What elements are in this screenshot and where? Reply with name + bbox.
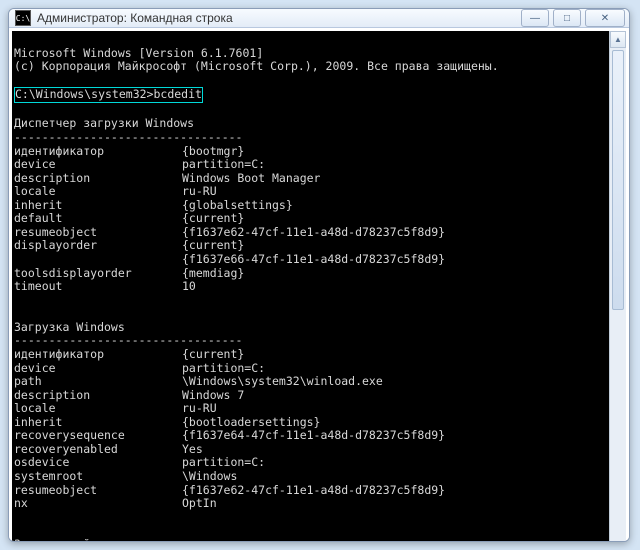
kv-value: {current} (182, 212, 244, 226)
window-controls: — □ ✕ (521, 9, 625, 27)
kv-key: идентификатор (14, 348, 182, 362)
kv-key: inherit (14, 199, 182, 213)
kv-value: \Windows\system32\winload.exe (182, 375, 383, 389)
copyright-line: (c) Корпорация Майкрософт (Microsoft Cor… (14, 59, 499, 73)
kv-value: {current} (182, 348, 244, 362)
close-button[interactable]: ✕ (585, 9, 625, 27)
kv-row: descriptionWindows 7 (14, 389, 607, 403)
version-line: Microsoft Windows [Version 6.1.7601] (14, 46, 263, 60)
kv-value: {current} (182, 239, 244, 253)
kv-row: toolsdisplayorder{memdiag} (14, 267, 607, 281)
kv-row: descriptionWindows Boot Manager (14, 172, 607, 186)
kv-value: Windows 7 (182, 389, 244, 403)
kv-key: timeout (14, 280, 182, 294)
client-area: Microsoft Windows [Version 6.1.7601] (c)… (9, 28, 629, 542)
section-boot-loader-title: Загрузка Windows (14, 320, 125, 334)
kv-key: toolsdisplayorder (14, 267, 182, 281)
section-boot-manager-rows: идентификатор{bootmgr}devicepartition=C:… (14, 145, 607, 294)
kv-row: inherit{bootloadersettings} (14, 416, 607, 430)
kv-value: OptIn (182, 497, 217, 511)
kv-row: default{current} (14, 212, 607, 226)
kv-key: device (14, 158, 182, 172)
kv-value: {memdiag} (182, 267, 244, 281)
kv-row: nxOptIn (14, 497, 607, 511)
kv-row: displayorder{current} (14, 239, 607, 253)
kv-row: systemroot\Windows (14, 470, 607, 484)
kv-value: {f1637e66-47cf-11e1-a48d-d78237c5f8d9} (182, 253, 445, 267)
kv-key (14, 253, 182, 267)
kv-row: идентификатор{current} (14, 348, 607, 362)
kv-value: partition=C: (182, 456, 265, 470)
kv-key: locale (14, 402, 182, 416)
kv-value: {f1637e64-47cf-11e1-a48d-d78237c5f8d9} (182, 429, 445, 443)
kv-key: osdevice (14, 456, 182, 470)
kv-row: timeout10 (14, 280, 607, 294)
kv-value: ru-RU (182, 185, 217, 199)
kv-row: devicepartition=C: (14, 362, 607, 376)
kv-key: resumeobject (14, 226, 182, 240)
window-title: Администратор: Командная строка (37, 11, 521, 25)
kv-row: resumeobject{f1637e62-47cf-11e1-a48d-d78… (14, 484, 607, 498)
kv-row: {f1637e66-47cf-11e1-a48d-d78237c5f8d9} (14, 253, 607, 267)
kv-key: recoverysequence (14, 429, 182, 443)
kv-key: locale (14, 185, 182, 199)
kv-value: {f1637e62-47cf-11e1-a48d-d78237c5f8d9} (182, 226, 445, 240)
kv-key: description (14, 389, 182, 403)
scroll-up-button[interactable]: ▲ (610, 31, 626, 48)
cmd-icon: C:\ (15, 10, 31, 26)
titlebar[interactable]: C:\ Администратор: Командная строка — □ … (9, 9, 629, 28)
kv-row: resumeobject{f1637e62-47cf-11e1-a48d-d78… (14, 226, 607, 240)
kv-row: идентификатор{bootmgr} (14, 145, 607, 159)
kv-row: recoveryenabledYes (14, 443, 607, 457)
kv-value: {bootloadersettings} (182, 416, 320, 430)
kv-value: 10 (182, 280, 196, 294)
kv-value: partition=C: (182, 158, 265, 172)
kv-key: device (14, 362, 182, 376)
kv-key: path (14, 375, 182, 389)
divider: --------------------------------- (14, 333, 242, 347)
section-realmode-title: Загрузочный сектор реального режима (14, 537, 256, 542)
kv-row: inherit{globalsettings} (14, 199, 607, 213)
kv-key: resumeobject (14, 484, 182, 498)
command-prompt-highlighted: C:\Windows\system32>bcdedit (14, 87, 203, 103)
scroll-thumb[interactable] (612, 50, 624, 310)
section-boot-manager-title: Диспетчер загрузки Windows (14, 116, 194, 130)
section-boot-loader-rows: идентификатор{current}devicepartition=C:… (14, 348, 607, 511)
kv-value: {bootmgr} (182, 145, 244, 159)
kv-key: inherit (14, 416, 182, 430)
kv-key: description (14, 172, 182, 186)
kv-value: \Windows (182, 470, 237, 484)
kv-value: {f1637e62-47cf-11e1-a48d-d78237c5f8d9} (182, 484, 445, 498)
kv-row: localeru-RU (14, 402, 607, 416)
kv-key: идентификатор (14, 145, 182, 159)
kv-key: systemroot (14, 470, 182, 484)
minimize-button[interactable]: — (521, 9, 549, 27)
scroll-track[interactable] (610, 48, 626, 542)
terminal-output[interactable]: Microsoft Windows [Version 6.1.7601] (c)… (12, 31, 609, 542)
kv-value: partition=C: (182, 362, 265, 376)
kv-row: path\Windows\system32\winload.exe (14, 375, 607, 389)
maximize-button[interactable]: □ (553, 9, 581, 27)
kv-row: devicepartition=C: (14, 158, 607, 172)
kv-row: localeru-RU (14, 185, 607, 199)
kv-value: Yes (182, 443, 203, 457)
kv-value: Windows Boot Manager (182, 172, 320, 186)
divider: --------------------------------- (14, 130, 242, 144)
kv-key: nx (14, 497, 182, 511)
kv-value: {globalsettings} (182, 199, 293, 213)
kv-key: displayorder (14, 239, 182, 253)
kv-row: recoverysequence{f1637e64-47cf-11e1-a48d… (14, 429, 607, 443)
vertical-scrollbar[interactable]: ▲ ▼ (609, 31, 626, 542)
kv-value: ru-RU (182, 402, 217, 416)
kv-key: recoveryenabled (14, 443, 182, 457)
kv-key: default (14, 212, 182, 226)
window-frame: C:\ Администратор: Командная строка — □ … (8, 8, 630, 542)
kv-row: osdevicepartition=C: (14, 456, 607, 470)
